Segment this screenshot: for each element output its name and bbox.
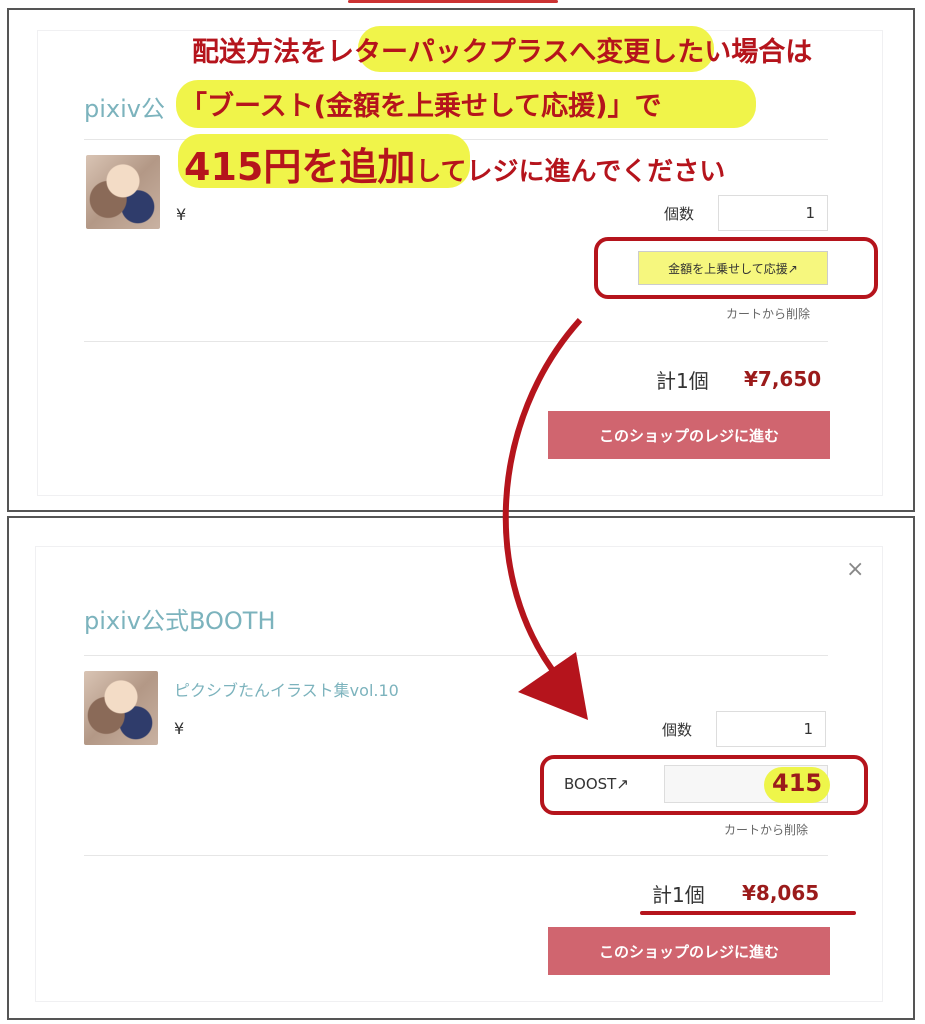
quantity-label: 個数 xyxy=(662,721,693,739)
item-price: ¥ xyxy=(176,205,187,224)
boost-label[interactable]: BOOST↗ xyxy=(564,775,629,793)
item-thumbnail[interactable] xyxy=(86,155,160,229)
total-price: ¥8,065 xyxy=(742,881,820,905)
remove-from-cart-link[interactable]: カートから削除 xyxy=(726,305,810,322)
total-price: ¥7,650 xyxy=(744,367,822,391)
total-label: 計1個 xyxy=(656,369,709,393)
cart-panel-after: × pixiv公式BOOTH ピクシブたんイラスト集vol.10 ¥ 個数 1 … xyxy=(7,516,915,1020)
total-label: 計1個 xyxy=(652,883,705,907)
annotation-line2-highlight: 「ブースト xyxy=(180,91,314,122)
annotation-line2-rest: (金額を上乗せして応援)」で xyxy=(313,91,662,122)
annotation-line1-suffix: したい場合は xyxy=(650,37,813,68)
sliver-red-mark xyxy=(348,0,558,3)
quantity-label: 個数 xyxy=(664,205,695,223)
annotation-line3-highlight: 415円を追加 xyxy=(184,145,416,189)
remove-from-cart-link[interactable]: カートから削除 xyxy=(724,821,808,838)
shop-title[interactable]: pixiv公式BOOTH xyxy=(84,601,276,636)
divider xyxy=(84,341,828,342)
item-thumbnail[interactable] xyxy=(84,671,158,745)
annotation-line2: 「ブースト(金額を上乗せして応援)」で xyxy=(180,84,662,123)
annotation-line3-rest: してレジに進んでください xyxy=(415,157,726,187)
checkout-button[interactable]: このショップのレジに進む xyxy=(548,927,830,975)
arrow-curve xyxy=(502,317,583,682)
item-price: ¥ xyxy=(174,719,185,738)
annotation-line1: 配送方法をレターパックプラスへ変更したい場合は xyxy=(192,30,812,69)
divider xyxy=(84,855,828,856)
quantity-input[interactable]: 1 xyxy=(718,195,828,231)
quantity-input[interactable]: 1 xyxy=(716,711,826,747)
boost-amount-value: 415 xyxy=(772,769,823,797)
shop-title[interactable]: pixiv公 xyxy=(84,89,165,124)
item-title[interactable]: ピクシブたんイラスト集vol.10 xyxy=(174,677,399,701)
divider xyxy=(84,655,828,656)
total-underline xyxy=(640,911,856,915)
annotation-line1-highlight: レターパックプラスへ変更 xyxy=(327,37,651,68)
top-sliver xyxy=(340,0,860,8)
cart-card-after: × pixiv公式BOOTH ピクシブたんイラスト集vol.10 ¥ 個数 1 … xyxy=(35,546,883,1002)
arrow-annotation-icon xyxy=(502,317,588,720)
arrow-head xyxy=(518,652,588,720)
annotation-line3: 415円を追加してレジに進んでください xyxy=(184,136,725,191)
close-icon[interactable]: × xyxy=(846,557,864,582)
boost-button[interactable]: 金額を上乗せして応援↗ xyxy=(638,251,828,285)
annotation-line1-prefix: 配送方法を xyxy=(192,37,327,68)
